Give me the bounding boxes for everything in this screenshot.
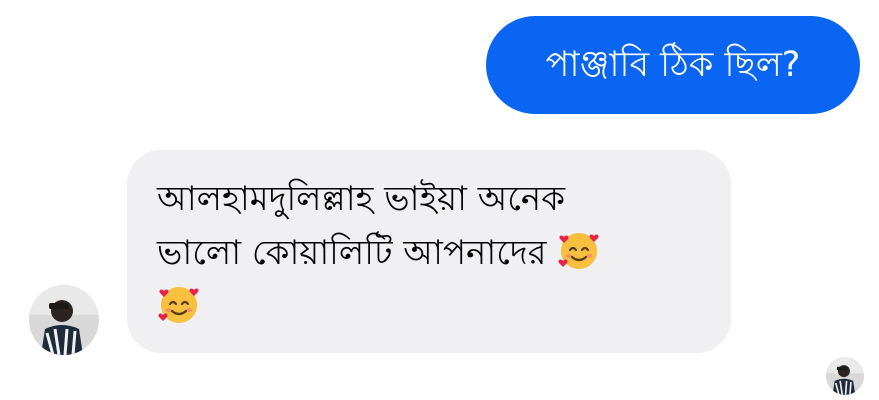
- smiling-face-with-hearts-icon: [558, 233, 599, 269]
- outgoing-message-bubble[interactable]: পাঞ্জাবি ঠিক ছিল?: [486, 16, 860, 114]
- contact-avatar[interactable]: [29, 285, 99, 355]
- incoming-message-line-1: আলহামদুলিল্লাহ ভাইয়া অনেক: [157, 179, 565, 219]
- smiling-face-with-hearts-icon: [158, 287, 199, 323]
- incoming-message-line-2: ভালো কোয়ালিটি আপনাদের: [157, 226, 705, 280]
- incoming-message-line-3: [157, 280, 705, 334]
- outgoing-message-text: পাঞ্জাবি ঠিক ছিল?: [545, 45, 801, 85]
- read-receipt-avatar: [826, 357, 864, 395]
- incoming-message-line-2-text: ভালো কোয়ালিটি আপনাদের: [157, 233, 547, 273]
- chat-thread: পাঞ্জাবি ঠিক ছিল? আলহামদুলিল্লাহ ভাইয়া …: [0, 0, 879, 400]
- incoming-message-bubble[interactable]: আলহামদুলিল্লাহ ভাইয়া অনেক ভালো কোয়ালিট…: [127, 150, 731, 353]
